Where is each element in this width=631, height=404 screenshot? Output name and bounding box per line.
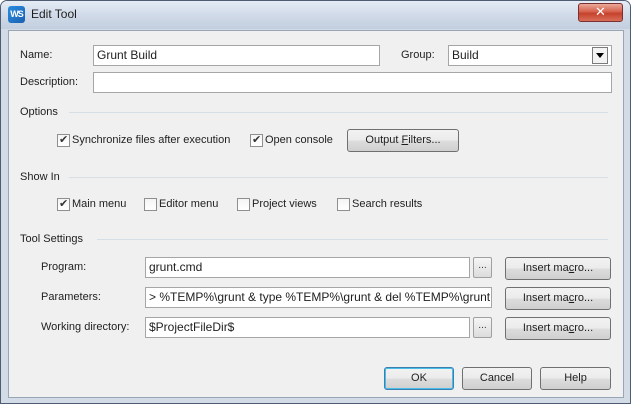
group-label: Group: bbox=[401, 49, 435, 61]
close-button[interactable]: ✕ bbox=[578, 3, 623, 22]
sync-files-checkbox[interactable]: ✔ bbox=[57, 133, 70, 147]
insert-macro-label-a: Insert ma bbox=[522, 292, 569, 304]
description-label: Description: bbox=[20, 76, 79, 88]
tool-settings-divider bbox=[97, 239, 608, 240]
dialog-body: Name: Grunt Build Group: Build Descripti… bbox=[8, 30, 624, 398]
search-results-checkbox[interactable] bbox=[337, 198, 350, 211]
main-menu-checkbox[interactable]: ✔ bbox=[57, 197, 70, 211]
chevron-down-icon bbox=[596, 53, 604, 58]
name-label: Name: bbox=[20, 49, 53, 61]
show-in-heading: Show In bbox=[20, 171, 60, 183]
title-bar[interactable]: WS Edit Tool ✕ bbox=[1, 1, 630, 29]
parameters-field[interactable]: > %TEMP%\grunt & type %TEMP%\grunt & del… bbox=[145, 287, 492, 308]
show-in-divider bbox=[69, 177, 608, 178]
ok-button[interactable]: OK bbox=[384, 367, 454, 390]
parameters-label: Parameters: bbox=[41, 291, 101, 303]
dialog-title: Edit Tool bbox=[31, 7, 77, 21]
close-icon: ✕ bbox=[595, 5, 606, 20]
insert-macro-label-b: ro... bbox=[574, 322, 594, 334]
group-select-value: Build bbox=[452, 48, 479, 62]
open-console-label: Open console bbox=[265, 134, 333, 146]
insert-macro-label-a: Insert ma bbox=[522, 262, 569, 274]
output-filters-button[interactable]: Output Filters... bbox=[347, 129, 459, 152]
program-browse-button[interactable]: ... bbox=[473, 257, 492, 278]
check-icon: ✔ bbox=[59, 197, 69, 210]
search-results-label: Search results bbox=[352, 198, 423, 210]
check-icon: ✔ bbox=[252, 133, 262, 146]
check-icon: ✔ bbox=[59, 133, 69, 146]
webstorm-icon: WS bbox=[8, 6, 25, 23]
program-field[interactable]: grunt.cmd bbox=[145, 257, 470, 278]
working-directory-insert-macro-button[interactable]: Insert macro... bbox=[505, 317, 611, 340]
name-field[interactable]: Grunt Build bbox=[93, 45, 380, 66]
program-label: Program: bbox=[41, 261, 87, 273]
main-menu-label: Main menu bbox=[72, 198, 127, 210]
editor-menu-label: Editor menu bbox=[159, 198, 219, 210]
insert-macro-label-b: ro... bbox=[574, 292, 594, 304]
dropdown-arrow-button[interactable] bbox=[592, 47, 608, 64]
cancel-button[interactable]: Cancel bbox=[462, 367, 532, 390]
tool-settings-heading: Tool Settings bbox=[20, 233, 83, 245]
sync-files-label: Synchronize files after execution bbox=[72, 134, 231, 146]
group-select[interactable]: Build bbox=[448, 45, 612, 66]
project-views-label: Project views bbox=[252, 198, 317, 210]
options-divider bbox=[69, 112, 608, 113]
output-filters-label-b: ilters... bbox=[408, 134, 441, 146]
options-heading: Options bbox=[20, 106, 58, 118]
working-directory-field[interactable]: $ProjectFileDir$ bbox=[145, 317, 470, 338]
description-field[interactable] bbox=[93, 72, 612, 93]
editor-menu-checkbox[interactable] bbox=[144, 198, 157, 211]
open-console-checkbox[interactable]: ✔ bbox=[250, 133, 263, 147]
insert-macro-label-b: ro... bbox=[574, 262, 594, 274]
program-insert-macro-button[interactable]: Insert macro... bbox=[505, 257, 611, 280]
working-directory-label: Working directory: bbox=[41, 321, 130, 333]
insert-macro-label-a: Insert ma bbox=[522, 322, 569, 334]
project-views-checkbox[interactable] bbox=[237, 198, 250, 211]
edit-tool-dialog: WS Edit Tool ✕ Name: Grunt Build Group: … bbox=[0, 0, 631, 404]
help-button[interactable]: Help bbox=[540, 367, 611, 390]
working-directory-browse-button[interactable]: ... bbox=[473, 317, 492, 338]
parameters-insert-macro-button[interactable]: Insert macro... bbox=[505, 287, 611, 310]
output-filters-label-a: Output bbox=[365, 134, 402, 146]
